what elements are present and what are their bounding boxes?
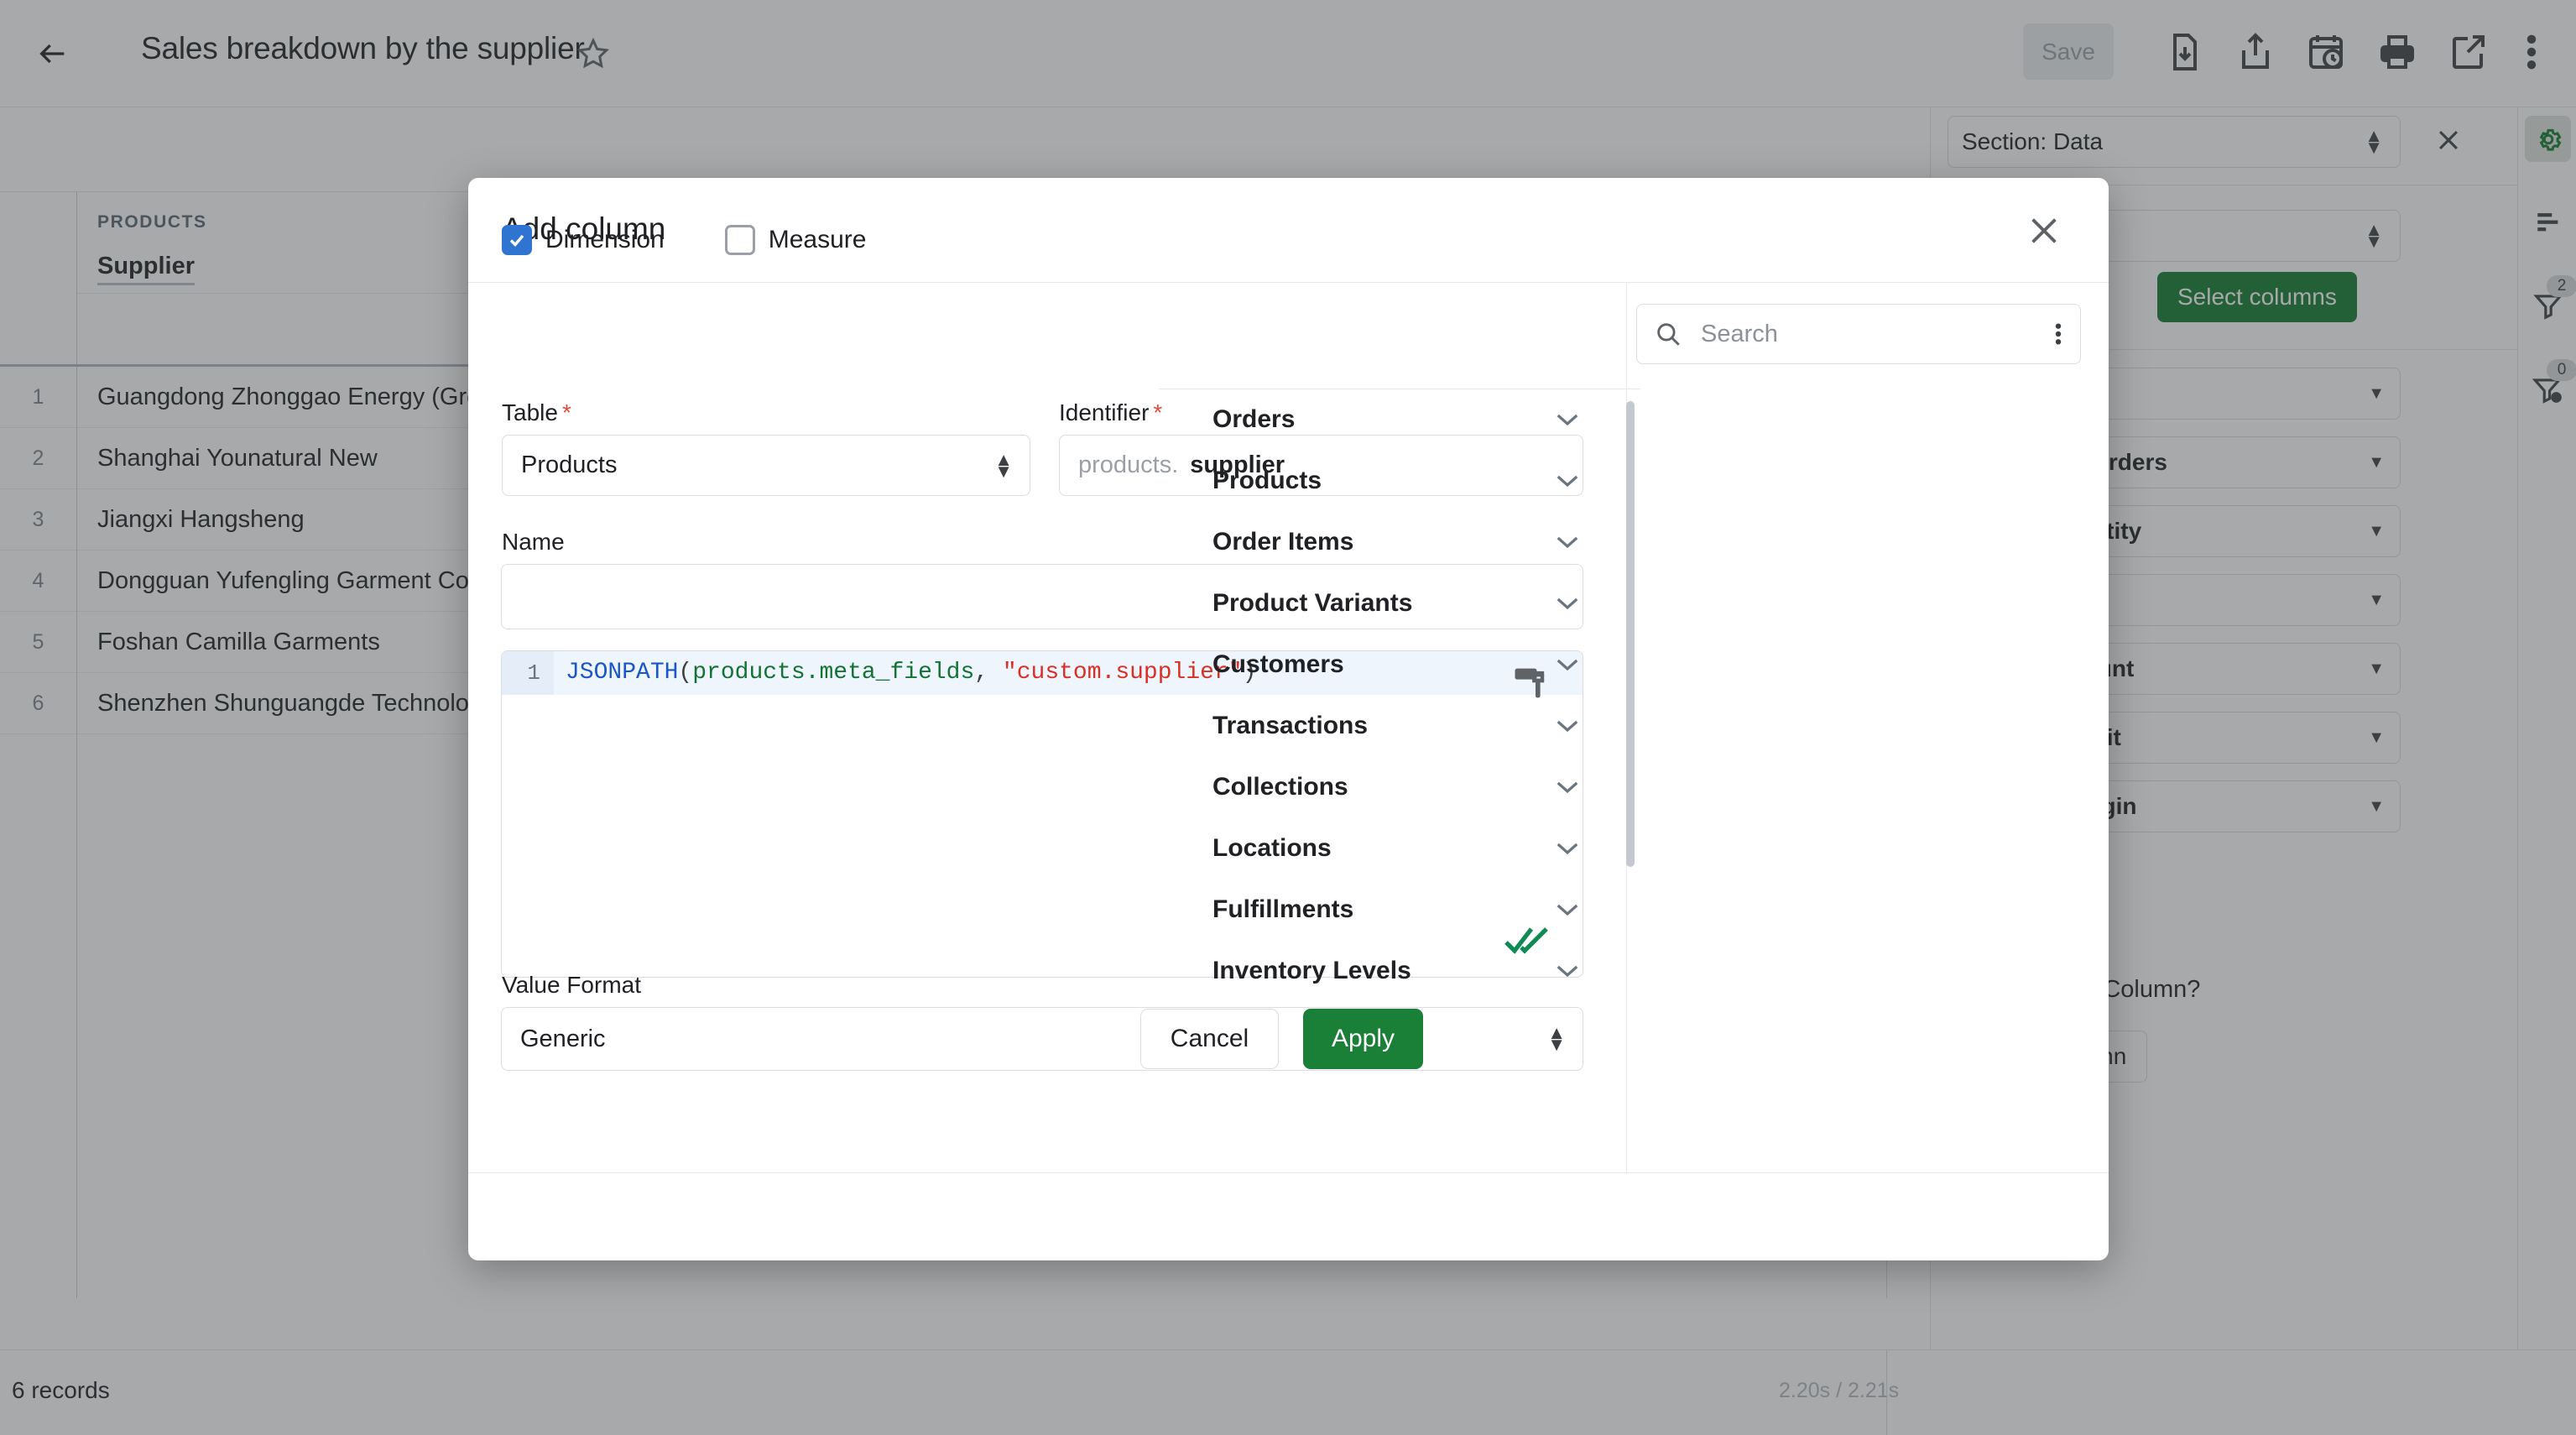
chevron-down-icon[interactable]: [1555, 473, 1580, 488]
dimension-checkbox-row[interactable]: Dimension: [502, 225, 665, 255]
measure-label: Measure: [768, 226, 867, 253]
spinner-icon: ▲ ▼: [994, 448, 1013, 482]
value-format-label: Value Format: [502, 972, 641, 998]
entity-list-item[interactable]: Collections: [1159, 757, 1640, 817]
entity-label: Products: [1212, 467, 1322, 494]
entity-label: Product Variants: [1212, 589, 1413, 617]
spinner-icon: ▲ ▼: [1547, 1022, 1566, 1055]
entity-list-item[interactable]: Fulfillments: [1159, 879, 1640, 940]
measure-checkbox-row[interactable]: Measure: [724, 225, 867, 255]
entity-list-item[interactable]: Transactions: [1159, 696, 1640, 756]
entity-label: Collections: [1212, 773, 1348, 801]
entity-search-input[interactable]: Search: [1636, 304, 2081, 364]
close-icon[interactable]: [2025, 211, 2063, 250]
entity-label: Inventory Levels: [1212, 957, 1411, 984]
entity-label: Order Items: [1212, 528, 1354, 556]
check-icon: [509, 234, 524, 248]
measure-checkbox[interactable]: [724, 225, 755, 255]
entity-list: Orders Products Order Items Product Variant…: [1159, 389, 1640, 994]
entity-list-item[interactable]: Orders: [1159, 389, 1640, 450]
dimension-label: Dimension: [545, 226, 665, 253]
formula-reference: products.meta_fields: [692, 660, 975, 686]
cancel-button[interactable]: Cancel: [1140, 1009, 1279, 1069]
entity-label: Transactions: [1212, 712, 1369, 739]
chevron-down-icon[interactable]: [1555, 902, 1580, 917]
modal-footer: [468, 1172, 2109, 1260]
entity-label: Locations: [1212, 834, 1332, 862]
table-select-value: Products: [521, 451, 618, 478]
chevron-down-icon[interactable]: [1555, 718, 1580, 733]
table-select[interactable]: Products ▲ ▼: [502, 435, 1030, 496]
chevron-down-icon[interactable]: [1555, 535, 1580, 550]
apply-button[interactable]: Apply: [1303, 1009, 1423, 1069]
chevron-down-icon[interactable]: [1555, 596, 1580, 611]
value-format-value: Generic: [520, 1025, 606, 1052]
chevron-down-icon[interactable]: [1555, 841, 1580, 856]
entity-label: Customers: [1212, 650, 1344, 678]
entity-list-item[interactable]: Product Variants: [1159, 573, 1640, 634]
chevron-down-icon[interactable]: [1555, 412, 1580, 427]
chevron-down-icon[interactable]: [1555, 963, 1580, 978]
identifier-field-label: Identifier *: [1059, 399, 1163, 425]
entity-label: Fulfillments: [1212, 895, 1354, 923]
modal-right-pane: [1626, 283, 2109, 1172]
entity-list-scrollbar[interactable]: [1626, 401, 1635, 867]
entity-list-item[interactable]: Locations: [1159, 818, 1640, 879]
more-vertical-icon[interactable]: [2055, 320, 2062, 348]
dimension-checkbox[interactable]: [502, 225, 532, 255]
entity-list-item[interactable]: Customers: [1159, 634, 1640, 695]
table-field-label: Table *: [502, 399, 571, 425]
entity-label: Orders: [1212, 405, 1296, 433]
entity-list-item[interactable]: Order Items: [1159, 512, 1640, 572]
chevron-down-icon[interactable]: [1555, 657, 1580, 672]
formula-code[interactable]: JSONPATH(products.meta_fields, "custom.s…: [566, 651, 1256, 695]
name-field-label: Name: [502, 529, 565, 555]
entity-list-item[interactable]: Products: [1159, 451, 1640, 511]
chevron-down-icon[interactable]: [1555, 780, 1580, 795]
entity-list-item[interactable]: Inventory Levels: [1159, 941, 1640, 994]
entity-search-placeholder: Search: [1701, 320, 1778, 347]
formula-line-number: 1: [502, 651, 554, 695]
search-icon: [1657, 323, 1680, 346]
column-type-toggles: Dimension Measure: [502, 225, 866, 255]
formula-function: JSONPATH: [566, 660, 679, 686]
